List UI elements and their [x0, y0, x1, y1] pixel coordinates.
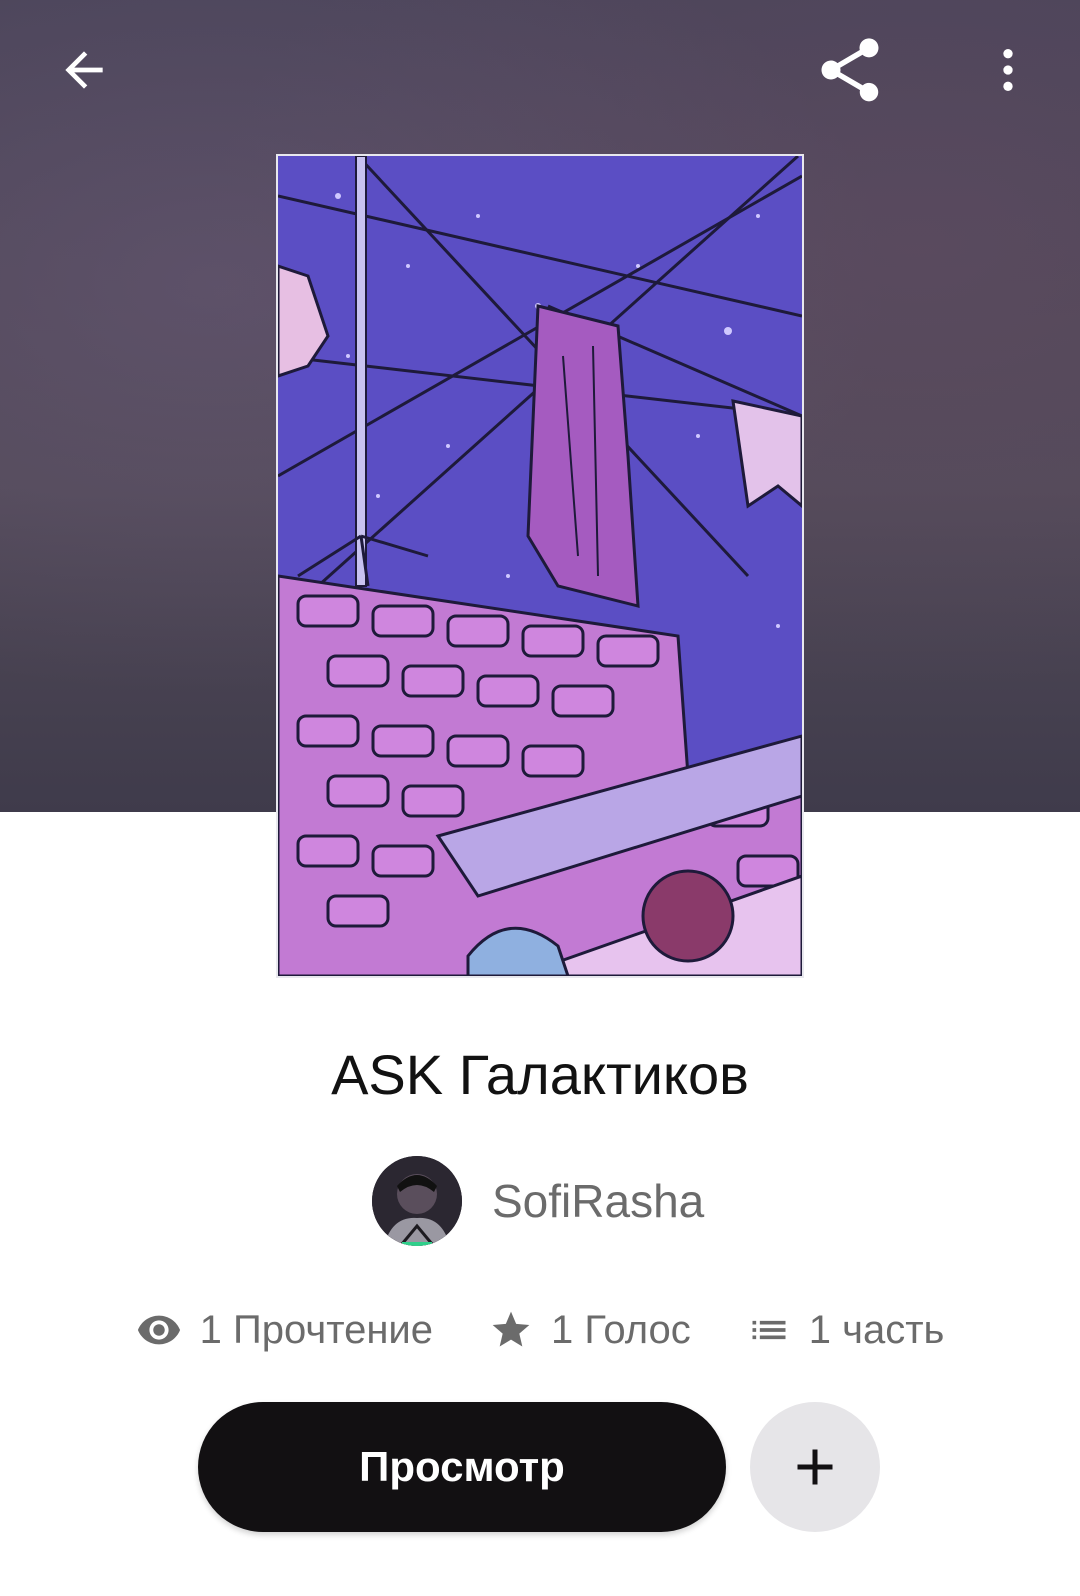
parts-count[interactable]: 1 часть: [809, 1308, 945, 1353]
arrow-left-icon: [65, 51, 103, 89]
more-vertical-icon: [1003, 49, 1013, 91]
share-button[interactable]: [806, 26, 894, 114]
back-button[interactable]: [44, 30, 124, 110]
share-icon: [821, 38, 879, 102]
eye-icon: [136, 1307, 182, 1353]
story-title: ASK Галактиков: [331, 1043, 749, 1106]
votes-count: 1 Голос: [551, 1307, 691, 1352]
add-to-library-button[interactable]: [750, 1402, 880, 1532]
story-cover-image[interactable]: [276, 154, 804, 978]
story-stats: 1 Прочтение 1 Голос 1 часть: [0, 1300, 1080, 1360]
plus-icon: [797, 1449, 833, 1485]
star-icon: [489, 1308, 533, 1352]
author-name[interactable]: SofiRasha: [492, 1174, 704, 1228]
more-options-button[interactable]: [968, 30, 1048, 110]
author-avatar[interactable]: [372, 1156, 462, 1246]
read-button[interactable]: Просмотр: [198, 1402, 726, 1532]
list-icon: [747, 1308, 791, 1352]
votes-stat: 1 Голос: [489, 1308, 691, 1353]
author-link[interactable]: SofiRasha: [372, 1156, 704, 1246]
reads-count: 1 Прочтение: [199, 1307, 433, 1352]
reads-stat: 1 Прочтение: [136, 1307, 433, 1353]
parts-stat[interactable]: 1 часть: [747, 1308, 945, 1353]
